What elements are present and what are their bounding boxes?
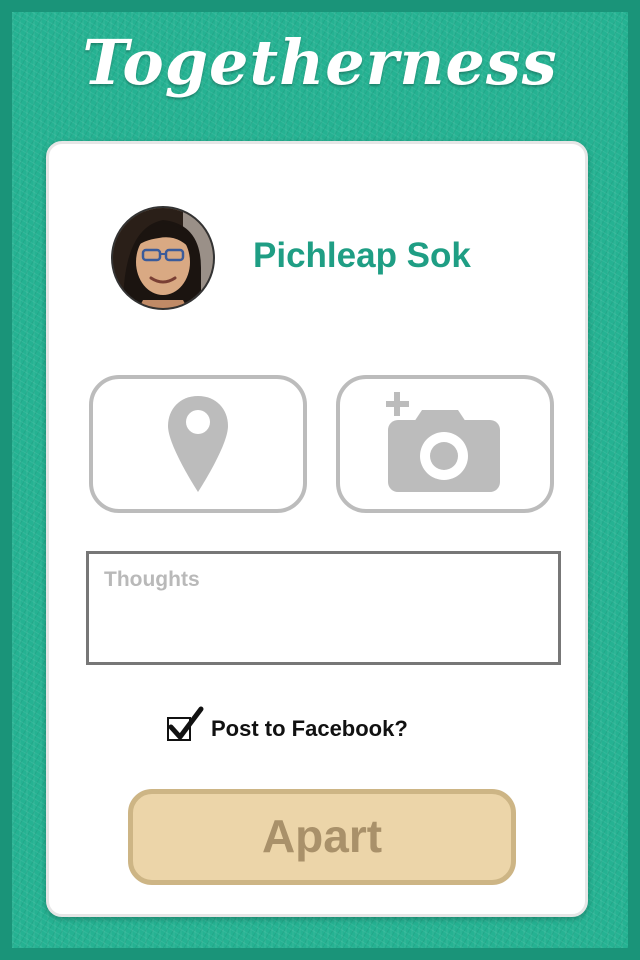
facebook-option: Post to Facebook?: [167, 706, 408, 742]
map-pin-icon: [168, 396, 228, 492]
post-to-facebook-label: Post to Facebook?: [211, 716, 408, 741]
avatar-photo: [113, 208, 213, 308]
add-camera-icon: [386, 392, 500, 492]
user-avatar[interactable]: [111, 206, 215, 310]
add-location-button[interactable]: [89, 375, 307, 513]
thoughts-input[interactable]: [86, 551, 561, 665]
apart-button[interactable]: Apart: [128, 789, 516, 885]
post-to-facebook-checkbox[interactable]: [167, 706, 204, 741]
post-card: Pichleap Sok Post to Facebook? Apart: [46, 141, 588, 917]
add-photo-button[interactable]: [336, 375, 554, 513]
checkmark-icon: [168, 706, 204, 740]
app-title: Togetherness: [82, 26, 558, 99]
user-name: Pichleap Sok: [253, 236, 471, 275]
